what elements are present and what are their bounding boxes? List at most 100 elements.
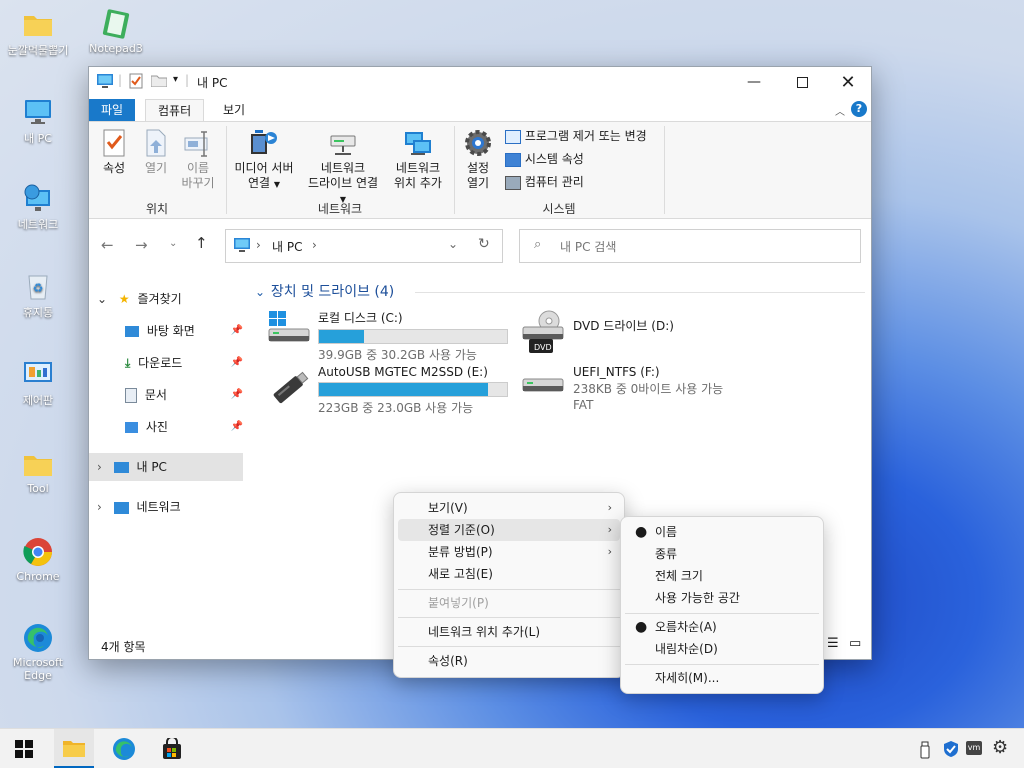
drive-e[interactable]: AutoUSB MGTEC M2SSD (E:) 223GB 중 23.0GB … xyxy=(265,365,515,415)
properties-button[interactable]: 속성 xyxy=(97,128,131,176)
desktop-icon-folder-1[interactable]: 눈깔먹물뽑기 xyxy=(0,8,76,58)
desktop-icon-edge[interactable]: Microsoft Edge xyxy=(0,622,76,682)
group-system-label: 시스템 xyxy=(542,202,576,216)
sort-total-size[interactable]: 전체 크기 xyxy=(625,565,819,587)
settings-gear-icon xyxy=(462,128,494,158)
uninstall-program-button[interactable]: 프로그램 제거 또는 변경 xyxy=(505,126,647,146)
pin-icon[interactable]: 📌 xyxy=(231,317,243,345)
desktop-icon-tool-folder[interactable]: Tool xyxy=(0,448,76,495)
sort-type[interactable]: 종류 xyxy=(625,543,819,565)
drive-info: 39.9GB 중 30.2GB 사용 가능 xyxy=(318,348,477,362)
breadcrumb-chevron-icon: › xyxy=(256,238,261,252)
group-network-label: 네트워크 xyxy=(317,202,363,216)
start-button[interactable] xyxy=(4,729,44,768)
window-title: 내 PC xyxy=(197,76,228,90)
taskbar-store[interactable] xyxy=(152,729,192,768)
tab-computer[interactable]: 컴퓨터 xyxy=(145,99,205,122)
properties-check-icon xyxy=(102,128,126,158)
sort-more[interactable]: 자세히(M)... xyxy=(625,667,819,689)
drive-c[interactable]: 로컬 디스크 (C:) 39.9GB 중 30.2GB 사용 가능 xyxy=(265,309,515,362)
tab-view[interactable]: 보기 xyxy=(211,99,257,121)
menu-item-sort-by[interactable]: 정렬 기준(O) › xyxy=(398,519,620,541)
desktop-icon-this-pc[interactable]: 내 PC xyxy=(0,96,76,146)
open-button[interactable]: 열기 xyxy=(139,128,173,176)
address-bar[interactable]: › 내 PC › ⌄ ↻ xyxy=(225,229,503,263)
recent-locations-button[interactable]: ⌄ xyxy=(169,238,177,249)
add-network-location-button[interactable]: 네트워크 위치 추가 xyxy=(387,128,449,191)
star-icon: ★ xyxy=(118,292,130,306)
bullet-icon: ● xyxy=(635,619,648,635)
control-panel-icon xyxy=(22,358,54,390)
menu-item-group-by[interactable]: 분류 방법(P) › xyxy=(398,541,620,563)
menu-item-view[interactable]: 보기(V) › xyxy=(398,497,620,519)
back-button[interactable]: ← xyxy=(101,236,114,254)
menu-item-refresh[interactable]: 새로 고침(E) xyxy=(398,563,620,585)
new-folder-quick-icon[interactable] xyxy=(150,74,168,90)
sort-ascending[interactable]: ● 오름차순(A) xyxy=(625,616,819,638)
menu-item-properties[interactable]: 속성(R) xyxy=(398,650,620,672)
chevron-right-icon: › xyxy=(607,501,612,514)
pin-icon[interactable]: 📌 xyxy=(231,413,243,441)
file-explorer-icon xyxy=(63,740,85,757)
large-icons-view-icon[interactable]: ▭ xyxy=(849,636,861,651)
tab-file[interactable]: 파일 xyxy=(89,99,136,121)
desktop-icon-label: 눈깔먹물뽑기 xyxy=(7,44,69,57)
minimize-button[interactable]: — xyxy=(731,67,777,97)
menu-item-add-network-location[interactable]: 네트워크 위치 추가(L) xyxy=(398,621,620,643)
vm-icon[interactable]: vm xyxy=(966,741,982,755)
gear-icon[interactable]: ⚙ xyxy=(992,737,1008,758)
details-view-icon[interactable]: ☰ xyxy=(827,636,839,651)
desktop-icon-notepad3[interactable]: Notepad3 xyxy=(78,8,154,55)
sort-name[interactable]: ● 이름 xyxy=(625,521,819,543)
desktop-icon-label: Notepad3 xyxy=(89,42,143,55)
drive-f[interactable]: UEFI_NTFS (F:) 238KB 중 0바이트 사용 가능 FAT xyxy=(519,365,769,413)
address-history-dropdown[interactable]: ⌄ xyxy=(448,237,458,251)
desktop-icon-recycle-bin[interactable]: ♻ 휴지통 xyxy=(0,270,76,320)
folder-icon xyxy=(22,448,54,480)
breadcrumb-this-pc[interactable]: 내 PC xyxy=(272,238,302,255)
nav-desktop[interactable]: 바탕 화면 📌 xyxy=(125,317,243,345)
menu-item-paste[interactable]: 붙여넣기(P) xyxy=(398,592,620,614)
search-box[interactable]: ⌕ 내 PC 검색 xyxy=(519,229,861,263)
collapse-ribbon-icon[interactable]: ︿ xyxy=(835,103,845,118)
media-server-button[interactable]: 미디어 서버 연결 ▼ xyxy=(231,128,297,192)
pin-icon[interactable]: 📌 xyxy=(231,349,243,377)
nav-quick-access[interactable]: ⌄ ★ 즐겨찾기 xyxy=(97,285,245,313)
maximize-button[interactable] xyxy=(779,67,825,97)
nav-downloads[interactable]: ⤓ 다운로드 📌 xyxy=(125,349,243,377)
section-header[interactable]: ⌄ 장치 및 드라이브 (4) xyxy=(255,281,865,301)
nav-pictures[interactable]: 사진 📌 xyxy=(125,413,243,441)
pin-icon[interactable]: 📌 xyxy=(231,381,243,409)
computer-management-button[interactable]: 컴퓨터 관리 xyxy=(505,172,584,192)
dropdown-caret-icon: ▼ xyxy=(273,180,281,189)
sort-free-space[interactable]: 사용 가능한 공간 xyxy=(625,587,819,609)
defender-icon[interactable] xyxy=(942,740,960,761)
help-icon[interactable]: ? xyxy=(851,101,867,117)
forward-button[interactable]: → xyxy=(135,236,148,254)
sort-descending[interactable]: 내림차순(D) xyxy=(625,638,819,660)
rename-button[interactable]: 이름 바꾸기 xyxy=(179,128,217,191)
customize-quick-access-icon[interactable]: ▾ xyxy=(173,74,178,85)
nav-this-pc[interactable]: › 내 PC xyxy=(89,453,243,481)
nav-documents[interactable]: 문서 📌 xyxy=(125,381,243,409)
drive-d[interactable]: DVD DVD 드라이브 (D:) xyxy=(519,309,769,357)
desktop-icon-network[interactable]: 네트워크 xyxy=(0,182,76,232)
system-properties-button[interactable]: 시스템 속성 xyxy=(505,149,584,169)
refresh-icon[interactable]: ↻ xyxy=(478,236,490,252)
map-network-drive-button[interactable]: 네트워크 드라이브 연결 ▼ xyxy=(303,128,383,207)
nav-network[interactable]: › 네트워크 xyxy=(97,493,245,521)
properties-quick-icon[interactable] xyxy=(129,73,143,92)
network-icon xyxy=(113,501,129,514)
desktop-icon-chrome[interactable]: Chrome xyxy=(0,536,76,583)
close-button[interactable]: ✕ xyxy=(825,67,871,97)
picture-icon xyxy=(125,422,138,433)
chrome-icon xyxy=(22,536,54,568)
taskbar-edge[interactable] xyxy=(104,729,144,768)
desktop-icon-label: Tool xyxy=(27,482,49,495)
taskbar-file-explorer[interactable] xyxy=(54,729,94,768)
open-settings-button[interactable]: 설정 열기 xyxy=(459,128,497,191)
desktop-icon-control-panel[interactable]: 제어판 xyxy=(0,358,76,408)
sort-submenu: ● 이름 종류 전체 크기 사용 가능한 공간 ● 오름차순(A) 내림차순(D) … xyxy=(620,516,824,694)
usb-icon[interactable] xyxy=(918,741,932,762)
up-button[interactable]: ↑ xyxy=(195,234,208,252)
